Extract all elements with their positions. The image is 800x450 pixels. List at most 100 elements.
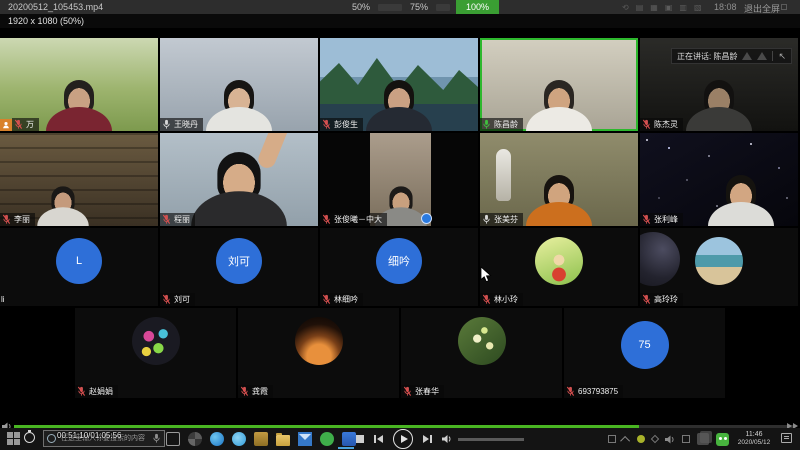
participant-name-label: 高玲玲 bbox=[640, 293, 683, 306]
show-hidden-icons-chevron[interactable] bbox=[620, 435, 630, 445]
header-time: 18:08 bbox=[714, 2, 737, 12]
clock-date: 2020/05/12 bbox=[733, 439, 775, 447]
briefcase-app-icon[interactable] bbox=[254, 432, 268, 446]
clock-time: 11:46 bbox=[733, 430, 775, 439]
participant-silhouette bbox=[526, 175, 592, 226]
speaking-indicator: 正在讲话: 陈昌龄 ↖ bbox=[671, 48, 792, 64]
previous-button[interactable] bbox=[374, 435, 383, 443]
settings-icon[interactable]: ▦ bbox=[650, 3, 658, 12]
tray-status-icon[interactable] bbox=[637, 435, 645, 443]
starfield bbox=[646, 139, 648, 141]
overlay-glyph bbox=[742, 52, 752, 60]
muted-mic-icon bbox=[322, 119, 331, 130]
muted-mic-icon bbox=[403, 386, 412, 397]
tray-icon[interactable] bbox=[608, 435, 616, 443]
ime-indicator[interactable] bbox=[697, 433, 709, 445]
avatar-tile-linxiaoling: 林小玲 bbox=[480, 228, 638, 306]
avatar-tile-linxiyin: 细吟 林细吟 bbox=[320, 228, 478, 306]
participant-silhouette bbox=[526, 80, 592, 131]
graffiti-avatar bbox=[132, 317, 180, 365]
tray-icon[interactable] bbox=[651, 435, 659, 443]
flower-avatar bbox=[458, 317, 506, 365]
video-tile-chenchangling: 陈昌龄 bbox=[480, 38, 638, 131]
taskbar-app-icons bbox=[166, 432, 356, 446]
playback-clock-icon bbox=[24, 432, 35, 443]
tray-icon[interactable] bbox=[682, 435, 690, 443]
active-app-indicator bbox=[338, 447, 354, 449]
tray-volume-icon[interactable] bbox=[665, 435, 675, 444]
subtitle-icon[interactable]: ▧ bbox=[694, 3, 702, 12]
participant-name-label: 张利峰 bbox=[640, 213, 683, 226]
initial-circle: 细吟 bbox=[376, 238, 422, 284]
volume-icon[interactable] bbox=[442, 434, 453, 444]
zoom-100-button[interactable]: 100% bbox=[456, 0, 499, 14]
mouse-cursor bbox=[480, 266, 492, 288]
play-button[interactable] bbox=[393, 429, 413, 449]
mail-app-icon[interactable] bbox=[298, 432, 312, 446]
snapshot-icon[interactable]: ▤ bbox=[636, 3, 644, 12]
video-tile-wangxiaodan: 王晓丹 bbox=[160, 38, 318, 131]
video-tile-wan: 万 bbox=[0, 38, 158, 131]
muted-mic-icon bbox=[642, 119, 651, 130]
media-controls bbox=[356, 428, 524, 450]
mic-icon bbox=[482, 214, 491, 225]
file-explorer-icon[interactable] bbox=[276, 435, 290, 446]
muted-mic-icon bbox=[642, 214, 651, 225]
speaking-text: 正在讲话: 陈昌龄 bbox=[677, 51, 737, 62]
participant-name-label: 张俊曦－中大 bbox=[320, 213, 387, 226]
avatar-tile-gongxia: 龚霞 bbox=[238, 308, 399, 398]
participant-name-label: 林小玲 bbox=[480, 293, 523, 306]
next-button[interactable] bbox=[423, 435, 432, 443]
muted-mic-icon bbox=[162, 294, 171, 305]
beach-avatar bbox=[695, 237, 743, 285]
grid-icon[interactable]: ▣ bbox=[665, 3, 673, 12]
muted-mic-icon bbox=[322, 214, 331, 225]
avatar-tile-liuke: 刘可 刘可 bbox=[160, 228, 318, 306]
ie-browser-icon[interactable] bbox=[232, 432, 246, 446]
stop-button[interactable] bbox=[356, 435, 364, 443]
participant-name-label: 张春华 bbox=[401, 385, 444, 398]
action-center-icon[interactable] bbox=[781, 433, 792, 443]
avatar-tile-gaolingling: 高玲玲 bbox=[640, 228, 798, 306]
wechat-tray-icon[interactable] bbox=[716, 433, 729, 446]
overlay-glyph bbox=[757, 52, 767, 60]
divider bbox=[772, 51, 773, 61]
start-button[interactable] bbox=[7, 432, 20, 445]
list-icon[interactable]: ▥ bbox=[679, 3, 687, 12]
media-player-app-icon[interactable] bbox=[342, 432, 356, 446]
muted-mic-icon bbox=[14, 119, 23, 130]
task-view-icon[interactable] bbox=[166, 432, 180, 446]
taskbar-clock[interactable]: 11:46 2020/05/12 bbox=[733, 430, 775, 448]
zoom-50-button[interactable]: 50% bbox=[350, 2, 372, 12]
participant-name-label: 刘可 bbox=[160, 293, 195, 306]
system-tray bbox=[608, 428, 729, 450]
video-tile-zhangmeifen: 张美芬 bbox=[480, 133, 638, 226]
windows-taskbar: 00:51:10/01:05:56 bbox=[0, 428, 800, 450]
app-icon-pinwheel[interactable] bbox=[188, 432, 202, 446]
video-tile-zhanglifeng: 张利峰 bbox=[640, 133, 798, 226]
video-content[interactable]: 万 王晓丹 彭俊生 bbox=[0, 28, 800, 425]
avatar-tile-li: L li bbox=[0, 228, 158, 306]
volume-slider[interactable] bbox=[458, 438, 524, 441]
avatar-dot bbox=[421, 213, 432, 224]
participant-name-label: 万 bbox=[12, 118, 39, 131]
zoom-75-button[interactable]: 75% bbox=[408, 2, 430, 12]
rotate-icon[interactable]: ⟲ bbox=[622, 3, 629, 12]
video-tile-lili: 李丽 bbox=[0, 133, 158, 226]
initial-circle: 刘可 bbox=[216, 238, 262, 284]
muted-mic-icon bbox=[482, 294, 491, 305]
cortana-icon bbox=[47, 434, 56, 443]
participant-silhouette bbox=[37, 186, 88, 226]
fullscreen-icon[interactable] bbox=[781, 4, 787, 10]
green-app-icon[interactable] bbox=[320, 432, 334, 446]
video-tile-chengli: 程丽 bbox=[160, 133, 318, 226]
faded-label bbox=[378, 4, 402, 11]
edge-browser-icon[interactable] bbox=[210, 432, 224, 446]
search-mic-icon bbox=[152, 433, 161, 444]
muted-mic-icon bbox=[566, 386, 575, 397]
participant-name-label: 陈杰灵 bbox=[640, 118, 683, 131]
participant-silhouette bbox=[708, 175, 774, 226]
mic-icon bbox=[162, 119, 171, 130]
participant-silhouette bbox=[366, 80, 432, 131]
meeting-grid: 万 王晓丹 彭俊生 bbox=[0, 38, 800, 400]
